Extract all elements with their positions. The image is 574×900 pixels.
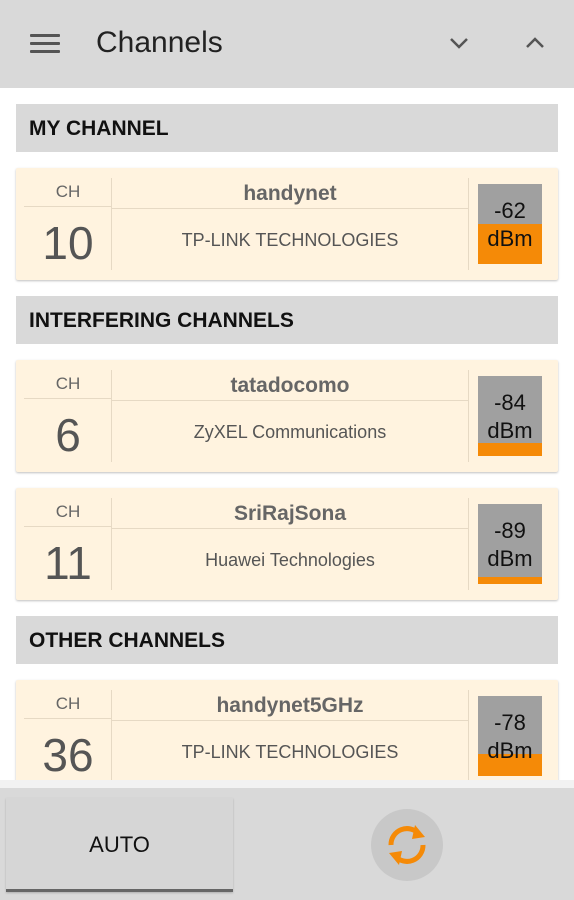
ch-label: CH [55, 182, 81, 201]
channel-number: 10 [42, 217, 94, 269]
channel-card[interactable]: CH 10 handynet TP-LINK TECHNOLOGIES -62 … [16, 168, 558, 280]
ch-label: CH [55, 502, 81, 521]
signal-meter-fill [478, 576, 542, 584]
channel-card[interactable]: CH 36 handynet5GHz TP-LINK TECHNOLOGIES … [16, 680, 558, 780]
signal-unit: dBm [487, 546, 533, 571]
signal-meter: -78 dBm [478, 696, 542, 776]
signal-unit: dBm [487, 418, 533, 443]
ssid-label: handynet [243, 182, 337, 205]
channel-number: 6 [55, 409, 81, 461]
ch-label: CH [55, 694, 81, 713]
vendor-label: TP-LINK TECHNOLOGIES [181, 742, 399, 762]
page-title: Channels [96, 26, 223, 59]
channel-card[interactable]: CH 6 tatadocomo ZyXEL Communications -84… [16, 360, 558, 472]
signal-meter: -89 dBm [478, 504, 542, 584]
chevron-down-icon[interactable] [446, 30, 472, 56]
ch-label: CH [55, 374, 81, 393]
channel-card[interactable]: CH 11 SriRajSona Huawei Technologies -89… [16, 488, 558, 600]
menu-icon[interactable] [30, 34, 60, 54]
section-header-interfering: INTERFERING CHANNELS [16, 296, 558, 344]
signal-meter-fill [478, 443, 542, 456]
refresh-icon [388, 825, 426, 865]
ssid-label: tatadocomo [230, 374, 350, 397]
app-bar: Channels [0, 0, 574, 88]
signal-meter: -62 dBm [478, 184, 542, 264]
auto-button[interactable]: AUTO [6, 798, 233, 892]
signal-value: -84 [494, 390, 526, 415]
ssid-label: handynet5GHz [216, 694, 364, 717]
bottom-bar: AUTO [0, 788, 574, 900]
signal-value: -78 [494, 710, 526, 735]
vendor-label: Huawei Technologies [205, 550, 375, 570]
signal-value: -62 [494, 198, 526, 223]
section-header-other: OTHER CHANNELS [16, 616, 558, 664]
signal-unit: dBm [487, 226, 533, 251]
channel-number: 11 [44, 537, 92, 589]
signal-value: -89 [494, 518, 526, 543]
section-header-my-channel: MY CHANNEL [16, 104, 558, 152]
ssid-label: SriRajSona [233, 502, 347, 525]
channel-list[interactable]: MY CHANNEL CH 10 handynet TP-LINK TECHNO… [0, 88, 574, 780]
refresh-button[interactable] [371, 809, 443, 881]
vendor-label: ZyXEL Communications [193, 422, 387, 442]
signal-meter: -84 dBm [478, 376, 542, 456]
channel-number: 36 [42, 729, 94, 780]
chevron-up-icon[interactable] [522, 30, 548, 56]
signal-unit: dBm [487, 738, 533, 763]
vendor-label: TP-LINK TECHNOLOGIES [181, 230, 399, 250]
